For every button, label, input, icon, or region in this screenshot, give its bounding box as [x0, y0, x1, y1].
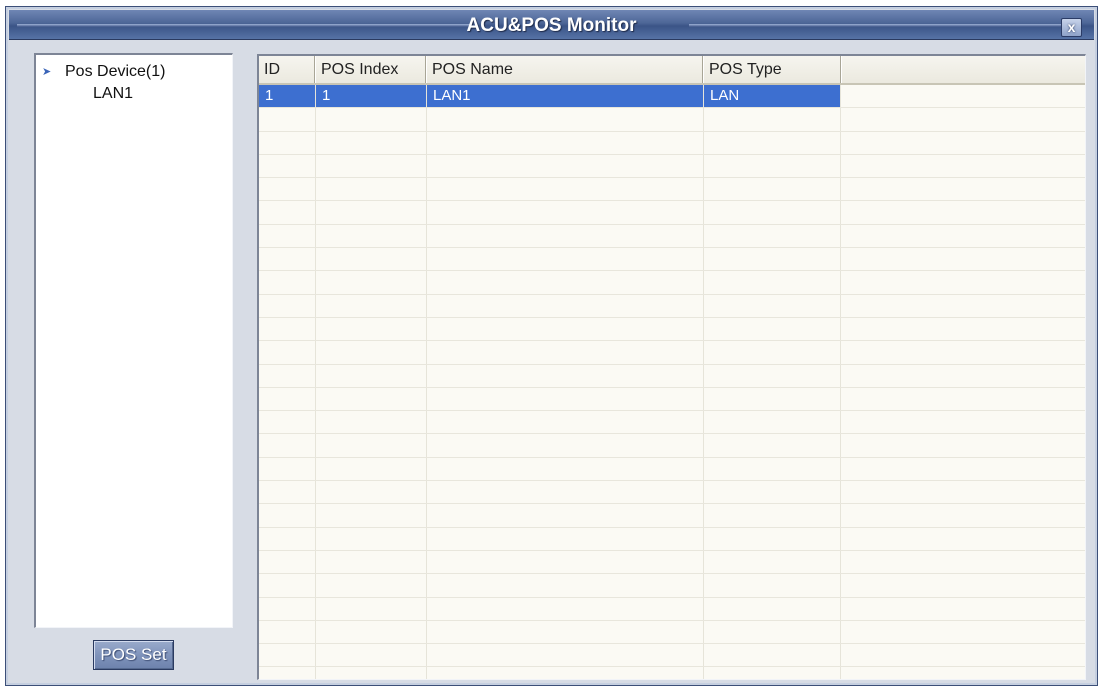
tree-node-pos-device[interactable]: ➤ Pos Device(1)	[42, 63, 165, 81]
empty-table-row	[259, 202, 1085, 225]
cell-pos-name: LAN1	[427, 85, 703, 107]
empty-table-row	[259, 365, 1085, 388]
cell-pos-type: LAN	[704, 85, 840, 107]
empty-table-row	[259, 481, 1085, 505]
column-header-id[interactable]: ID	[259, 56, 315, 83]
empty-table-row	[259, 108, 1085, 132]
empty-table-row	[259, 574, 1085, 598]
empty-table-row	[259, 411, 1085, 435]
empty-table-row	[259, 225, 1085, 249]
empty-table-row	[259, 178, 1085, 202]
empty-table-row	[259, 644, 1085, 668]
acu-pos-monitor-window: ACU&POS Monitor x ➤ Pos Device(1) LAN1 P…	[5, 6, 1098, 686]
column-header-pos-type[interactable]: POS Type	[704, 56, 841, 83]
cell-pos-index: 1	[316, 85, 426, 107]
table-row[interactable]: 1 1 LAN1 LAN	[259, 85, 1085, 109]
empty-table-row	[259, 528, 1085, 551]
empty-table-row	[259, 155, 1085, 179]
title-bar[interactable]: ACU&POS Monitor x	[9, 10, 1094, 40]
empty-table-row	[259, 551, 1085, 575]
empty-table-row	[259, 295, 1085, 318]
close-icon[interactable]: x	[1061, 18, 1082, 37]
empty-table-row	[259, 458, 1085, 482]
tree-node-label: Pos Device(1)	[65, 63, 166, 80]
tree-node-lan1[interactable]: LAN1	[93, 85, 133, 103]
pos-table: ID POS Index POS Name POS Type 1 1 LAN1 …	[257, 54, 1086, 680]
column-header-pos-index[interactable]: POS Index	[316, 56, 426, 83]
column-header-pos-name[interactable]: POS Name	[427, 56, 703, 83]
empty-table-row	[259, 271, 1085, 295]
empty-table-row	[259, 341, 1085, 365]
empty-table-row	[259, 598, 1085, 621]
empty-table-row	[259, 248, 1085, 272]
empty-table-row	[259, 504, 1085, 528]
empty-table-row	[259, 132, 1085, 155]
window-title: ACU&POS Monitor	[466, 15, 637, 36]
table-header: ID POS Index POS Name POS Type	[259, 56, 1085, 85]
pos-set-button[interactable]: POS Set	[93, 640, 174, 670]
empty-table-row	[259, 318, 1085, 342]
empty-table-row	[259, 435, 1085, 458]
empty-table-row	[259, 388, 1085, 412]
empty-table-row	[259, 668, 1085, 680]
arrow-right-icon: ➤	[42, 66, 52, 78]
empty-table-row	[259, 621, 1085, 645]
table-body: 1 1 LAN1 LAN	[259, 85, 1085, 679]
device-tree[interactable]: ➤ Pos Device(1) LAN1	[34, 53, 233, 628]
cell-id: 1	[259, 85, 315, 107]
